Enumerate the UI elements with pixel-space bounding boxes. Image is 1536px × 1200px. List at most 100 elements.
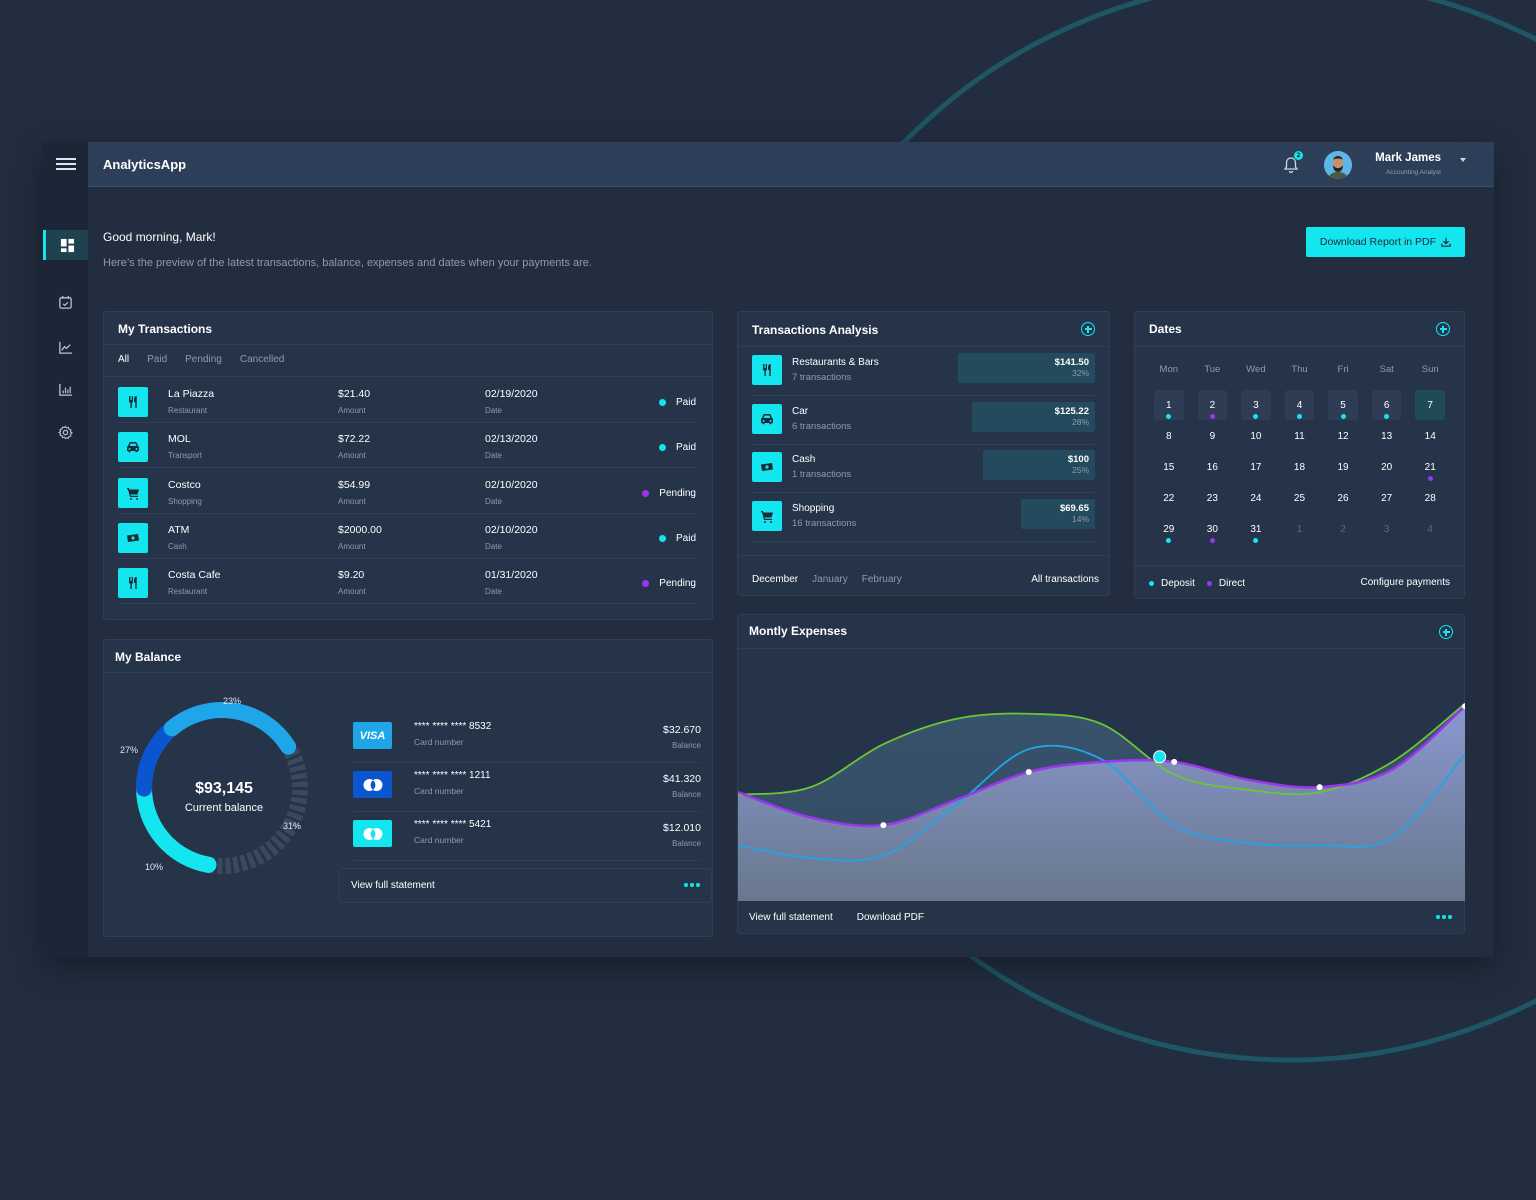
purple-series-point[interactable] (1171, 758, 1178, 765)
transaction-row[interactable]: ATM Cash $2000.00 Amount 02/10/2020 Date Paid (118, 514, 698, 559)
download-pdf-link[interactable]: Download PDF (857, 912, 924, 923)
card-brand-logo: VISA (353, 722, 392, 749)
tab-all[interactable]: All (118, 354, 129, 365)
day-number: 31 (1250, 524, 1262, 535)
monthly-expenses-card: Montly Expenses View full statement Down… (737, 614, 1465, 934)
calendar-day[interactable]: 19 (1321, 456, 1365, 487)
calendar-day[interactable]: 4 (1408, 518, 1452, 549)
calendar-day[interactable]: 18 (1278, 456, 1322, 487)
hamburger-menu-icon[interactable] (56, 156, 76, 172)
month-tab-january[interactable]: January (812, 574, 848, 585)
purple-series-point[interactable] (1025, 768, 1032, 775)
transaction-amount: $72.22 (338, 433, 371, 446)
calendar-day[interactable]: 29 (1147, 518, 1191, 549)
add-expense-plus-icon[interactable] (1439, 625, 1453, 639)
transaction-category: Transport (168, 451, 202, 461)
analysis-percent: 28% (1071, 416, 1089, 427)
add-analysis-plus-icon[interactable] (1081, 322, 1095, 336)
calendar-day[interactable]: 17 (1234, 456, 1278, 487)
more-options-icon[interactable] (1436, 915, 1452, 919)
card-balance: $12.010 (663, 822, 701, 834)
add-date-plus-icon[interactable] (1436, 322, 1450, 336)
calendar-day[interactable]: 3 (1365, 518, 1409, 549)
month-tab-december[interactable]: December (752, 574, 798, 585)
purple-series-point[interactable] (1316, 784, 1323, 791)
tab-pending[interactable]: Pending (185, 354, 222, 365)
transaction-name: Costco (168, 478, 201, 491)
calendar-day[interactable]: 4 (1278, 390, 1322, 425)
calendar-day[interactable]: 11 (1278, 425, 1322, 456)
more-options-icon[interactable] (684, 883, 700, 887)
status-badge: Pending (642, 578, 696, 589)
calendar-day[interactable]: 30 (1191, 518, 1235, 549)
sidebar-item-calendar[interactable] (43, 287, 88, 317)
day-number: 1 (1166, 400, 1172, 411)
all-transactions-link[interactable]: All transactions (1031, 574, 1099, 585)
settings-icon (58, 425, 73, 439)
calendar-day[interactable]: 8 (1147, 425, 1191, 456)
top-bar: AnalyticsApp 2 Mark James Accounting Ana… (88, 142, 1494, 187)
deposit-event-dot-icon (1166, 538, 1172, 543)
direct-dot-icon (1206, 581, 1212, 586)
calendar-day[interactable]: 20 (1365, 456, 1409, 487)
calendar-day[interactable]: 26 (1321, 487, 1365, 518)
analysis-value: $141.50 (1054, 357, 1089, 368)
calendar-day[interactable]: 3 (1234, 390, 1278, 425)
transaction-row[interactable]: La Piazza Restaurant $21.40 Amount 02/19/202… (118, 378, 698, 423)
calendar-day[interactable]: 5 (1321, 390, 1365, 425)
calendar-day[interactable]: 22 (1147, 487, 1191, 518)
calendar-day[interactable]: 12 (1321, 425, 1365, 456)
calendar-day[interactable]: 1 (1147, 390, 1191, 425)
direct-event-dot-icon (1209, 414, 1215, 419)
analysis-row[interactable]: Cash 1 transactions $100 25% (752, 445, 1095, 493)
tab-cancelled[interactable]: Cancelled (240, 354, 284, 365)
calendar-day[interactable]: 14 (1408, 425, 1452, 456)
analysis-row[interactable]: Shopping 16 transactions $69.65 14% (752, 494, 1095, 542)
user-menu-chevron-down-icon[interactable] (1460, 158, 1466, 162)
transaction-row[interactable]: Costco Shopping $54.99 Amount 02/10/2020 Date… (118, 469, 698, 514)
transaction-name: ATM (168, 523, 190, 536)
view-full-statement-link[interactable]: View full statement (749, 912, 833, 923)
calendar-day[interactable]: 23 (1191, 487, 1235, 518)
sidebar-item-trends[interactable] (43, 332, 88, 362)
calendar-day[interactable]: 31 (1234, 518, 1278, 549)
transaction-date: 02/10/2020 (485, 523, 538, 536)
calendar-day[interactable]: 13 (1365, 425, 1409, 456)
calendar-day[interactable]: 25 (1278, 487, 1322, 518)
download-report-button[interactable]: Download Report in PDF (1306, 227, 1465, 257)
calendar-day[interactable]: 6 (1365, 390, 1409, 425)
bank-card-row[interactable]: VISA **** **** **** 8532 Card number $32.67… (353, 715, 701, 763)
purple-series-point[interactable] (880, 822, 887, 829)
calendar-day[interactable]: 15 (1147, 456, 1191, 487)
calendar-day[interactable]: 2 (1321, 518, 1365, 549)
calendar-day[interactable]: 16 (1191, 456, 1235, 487)
calendar-day[interactable]: 9 (1191, 425, 1235, 456)
calendar-day[interactable]: 1 (1278, 518, 1322, 549)
calendar-legend: Deposit Direct (1149, 578, 1245, 589)
calendar-day[interactable]: 24 (1234, 487, 1278, 518)
calendar-day[interactable]: 27 (1365, 487, 1409, 518)
transaction-row[interactable]: MOL Transport $72.22 Amount 02/13/2020 Date Pa… (118, 423, 698, 469)
month-tab-february[interactable]: February (862, 574, 902, 585)
notifications-button[interactable]: 2 (1283, 151, 1303, 174)
calendar-day[interactable]: 10 (1234, 425, 1278, 456)
avatar[interactable] (1324, 151, 1352, 179)
sidebar-item-statistics[interactable] (43, 374, 88, 404)
transaction-row[interactable]: Costa Cafe Restaurant $9.20 Amount 01/31/202… (118, 559, 698, 605)
analysis-row[interactable]: Restaurants & Bars 7 transactions $141.50 3… (752, 348, 1095, 396)
bank-card-row[interactable]: **** **** **** 1211 Card number $41.320 Bal… (353, 764, 701, 812)
analysis-row[interactable]: Car 6 transactions $125.22 28% (752, 397, 1095, 445)
sidebar-item-dashboard[interactable] (43, 230, 88, 260)
transaction-name: La Piazza (168, 388, 215, 400)
view-full-statement-button[interactable]: View full statement (339, 868, 712, 903)
calendar-day[interactable]: 28 (1408, 487, 1452, 518)
tab-paid[interactable]: Paid (147, 354, 167, 365)
highlighted-data-point[interactable] (1153, 750, 1167, 764)
calendar-day[interactable]: 21 (1408, 456, 1452, 487)
calendar-day[interactable]: 2 (1191, 390, 1235, 425)
sidebar-item-settings[interactable] (43, 417, 88, 447)
transaction-date: 02/13/2020 (485, 433, 538, 446)
calendar-day[interactable]: 7 (1408, 390, 1452, 425)
configure-payments-link[interactable]: Configure payments (1361, 577, 1451, 588)
bank-card-row[interactable]: **** **** **** 5421 Card number $12.010 Bal… (353, 813, 701, 861)
